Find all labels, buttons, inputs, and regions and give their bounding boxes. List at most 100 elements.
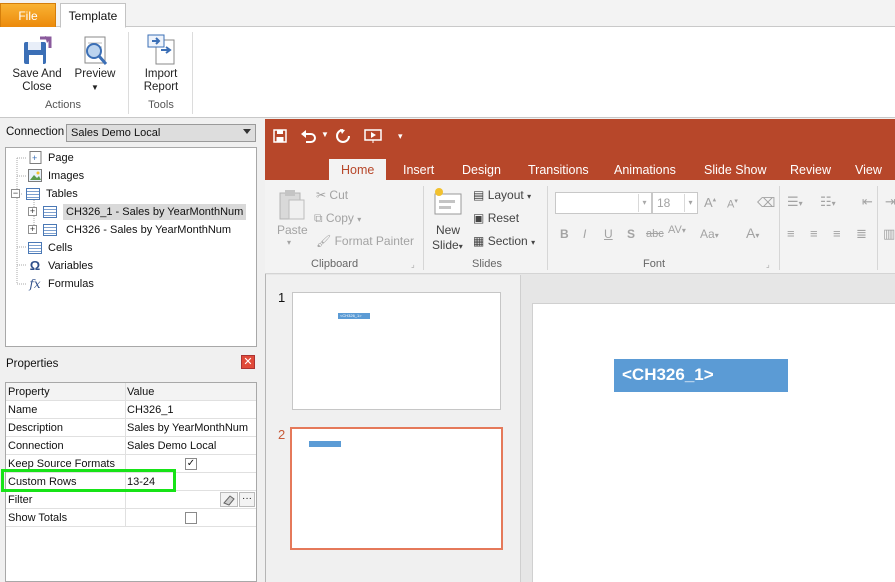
undo-dropdown-icon[interactable]: ▼	[321, 130, 329, 139]
format-painter-label: Format Painter	[334, 234, 414, 248]
tree-item-variables[interactable]: Ω Variables	[28, 257, 93, 274]
slide-thumbnail-1[interactable]: <CH326_1>	[292, 292, 501, 410]
redo-icon[interactable]	[335, 128, 351, 144]
chevron-down-icon[interactable]: ▾	[684, 194, 696, 212]
tree-item-images[interactable]: Images	[28, 167, 84, 184]
property-name: Filter	[8, 494, 33, 506]
import-report-button[interactable]: Import Report	[136, 32, 186, 94]
font-color-icon[interactable]: A▾	[746, 225, 759, 241]
preview-button[interactable]: Preview ▼	[70, 34, 120, 94]
tab-design[interactable]: Design	[450, 159, 513, 180]
change-case-icon[interactable]: Aa▾	[700, 227, 719, 241]
shadow-icon[interactable]: S	[627, 227, 635, 241]
tab-transitions[interactable]: Transitions	[516, 159, 601, 180]
underline-icon[interactable]: U	[604, 227, 613, 241]
tab-animations[interactable]: Animations	[602, 159, 688, 180]
table-placeholder-tag[interactable]: <CH326_1>	[614, 359, 788, 392]
keep-source-formats-checkbox[interactable]: ✓	[185, 458, 197, 470]
tree-item-tables[interactable]: − Tables	[11, 185, 78, 202]
new-slide-icon[interactable]	[432, 186, 464, 216]
character-spacing-icon[interactable]: AV▾	[668, 224, 686, 236]
new-slide-label-1[interactable]: New	[436, 223, 460, 237]
copy-dropdown-icon: ▾	[357, 215, 362, 224]
tree-item-table-ch326-1[interactable]: + CH326_1 - Sales by YearMonthNum	[28, 203, 247, 220]
increase-indent-icon[interactable]: ⇥	[885, 194, 895, 210]
justify-icon[interactable]: ≣	[856, 226, 867, 242]
cut-button[interactable]: ✂ Cut	[316, 188, 348, 202]
tab-review[interactable]: Review	[778, 159, 843, 180]
clear-formatting-icon[interactable]: ⌫	[757, 195, 775, 211]
scissors-icon: ✂	[316, 188, 327, 202]
connection-select[interactable]: Sales Demo Local	[66, 124, 256, 142]
tab-home[interactable]: Home	[329, 159, 387, 180]
tree-item-table-ch326[interactable]: + CH326 - Sales by YearMonthNum	[28, 221, 234, 238]
close-icon[interactable]: ✕	[241, 355, 255, 369]
font-size-value: 18	[657, 196, 671, 210]
property-row-connection[interactable]: Connection Sales Demo Local	[6, 437, 256, 455]
decrease-indent-icon[interactable]: ⇤	[862, 194, 873, 210]
tab-view[interactable]: View	[843, 159, 894, 180]
font-name-input[interactable]: ▾	[555, 192, 652, 214]
tree-item-page[interactable]: + Page	[28, 149, 74, 166]
font-size-input[interactable]: 18 ▾	[652, 192, 698, 214]
save-and-close-button[interactable]: Save And Close	[8, 34, 66, 94]
column-divider	[125, 383, 126, 400]
property-row-description[interactable]: Description Sales by YearMonthNum	[6, 419, 256, 437]
save-and-close-label-1: Save And	[12, 68, 62, 80]
reset-button[interactable]: ▣ Reset	[473, 211, 519, 225]
start-slideshow-icon[interactable]	[364, 128, 382, 144]
editor-tab-strip: Home Insert Design Transitions Animation…	[265, 156, 895, 180]
custom-rows-highlight	[1, 469, 176, 492]
new-slide-button[interactable]: Slide▾	[432, 238, 463, 252]
ellipsis-icon[interactable]: ···	[239, 492, 255, 507]
chevron-down-icon[interactable]: ▾	[638, 194, 650, 212]
columns-icon[interactable]: ▥	[883, 226, 895, 242]
dialog-launcher-icon[interactable]: ⌟	[411, 260, 415, 269]
increase-font-icon[interactable]: A▴	[704, 195, 716, 210]
template-tab[interactable]: Template	[60, 3, 126, 28]
eraser-icon[interactable]	[220, 492, 238, 507]
copy-button[interactable]: ⧉ Copy ▾	[314, 211, 361, 226]
tab-insert[interactable]: Insert	[391, 159, 446, 180]
expand-icon[interactable]: +	[28, 207, 37, 216]
copy-icon: ⧉	[314, 211, 323, 225]
tab-slide-show[interactable]: Slide Show	[692, 159, 779, 180]
tree-item-cells[interactable]: Cells	[28, 239, 72, 256]
data-source-tree[interactable]: + Page Images − Tables + CH326_1 - Sales…	[5, 147, 257, 347]
column-header-value: Value	[127, 386, 155, 398]
bullets-icon[interactable]: ☰▾	[787, 194, 803, 210]
save-icon[interactable]	[273, 129, 287, 143]
show-totals-checkbox[interactable]	[185, 512, 197, 524]
tree-item-formulas[interactable]: fx Formulas	[28, 275, 93, 292]
current-slide[interactable]: <CH326_1>	[532, 303, 895, 582]
italic-icon[interactable]: I	[583, 227, 586, 241]
slide-thumbnail-2-selected[interactable]	[290, 427, 503, 550]
paste-dropdown-icon[interactable]: ▾	[287, 238, 291, 247]
align-center-icon[interactable]: ≡	[810, 226, 818, 241]
dialog-launcher-icon[interactable]: ⌟	[766, 260, 770, 269]
slide-number: 1	[278, 290, 286, 305]
tree-label-table-ch326: CH326 - Sales by YearMonthNum	[66, 223, 232, 236]
property-row-show-totals[interactable]: Show Totals	[6, 509, 256, 527]
format-painter-button[interactable]: 🖌 Format Painter	[316, 234, 414, 248]
table-icon	[43, 205, 57, 218]
file-tab[interactable]: File	[0, 3, 56, 27]
property-row-name[interactable]: Name CH326_1	[6, 401, 256, 419]
properties-header-row: Property Value	[6, 383, 256, 401]
paste-label[interactable]: Paste	[277, 223, 308, 237]
expand-icon[interactable]: +	[28, 225, 37, 234]
undo-icon[interactable]	[300, 128, 316, 144]
customize-toolbar-icon[interactable]: ▾	[398, 131, 403, 142]
decrease-font-icon[interactable]: A▾	[727, 197, 738, 211]
bold-icon[interactable]: B	[560, 227, 569, 241]
align-right-icon[interactable]: ≡	[833, 226, 841, 241]
preview-icon	[84, 36, 108, 65]
property-row-filter[interactable]: Filter ···	[6, 491, 256, 509]
align-left-icon[interactable]: ≡	[787, 226, 795, 241]
paste-icon[interactable]	[277, 188, 307, 222]
numbering-icon[interactable]: ☷▾	[820, 194, 836, 210]
strikethrough-icon[interactable]: abc	[646, 228, 664, 240]
layout-button[interactable]: ▤ Layout ▾	[473, 188, 531, 202]
collapse-icon[interactable]: −	[11, 189, 20, 198]
section-button[interactable]: ▦ Section ▾	[473, 234, 535, 248]
